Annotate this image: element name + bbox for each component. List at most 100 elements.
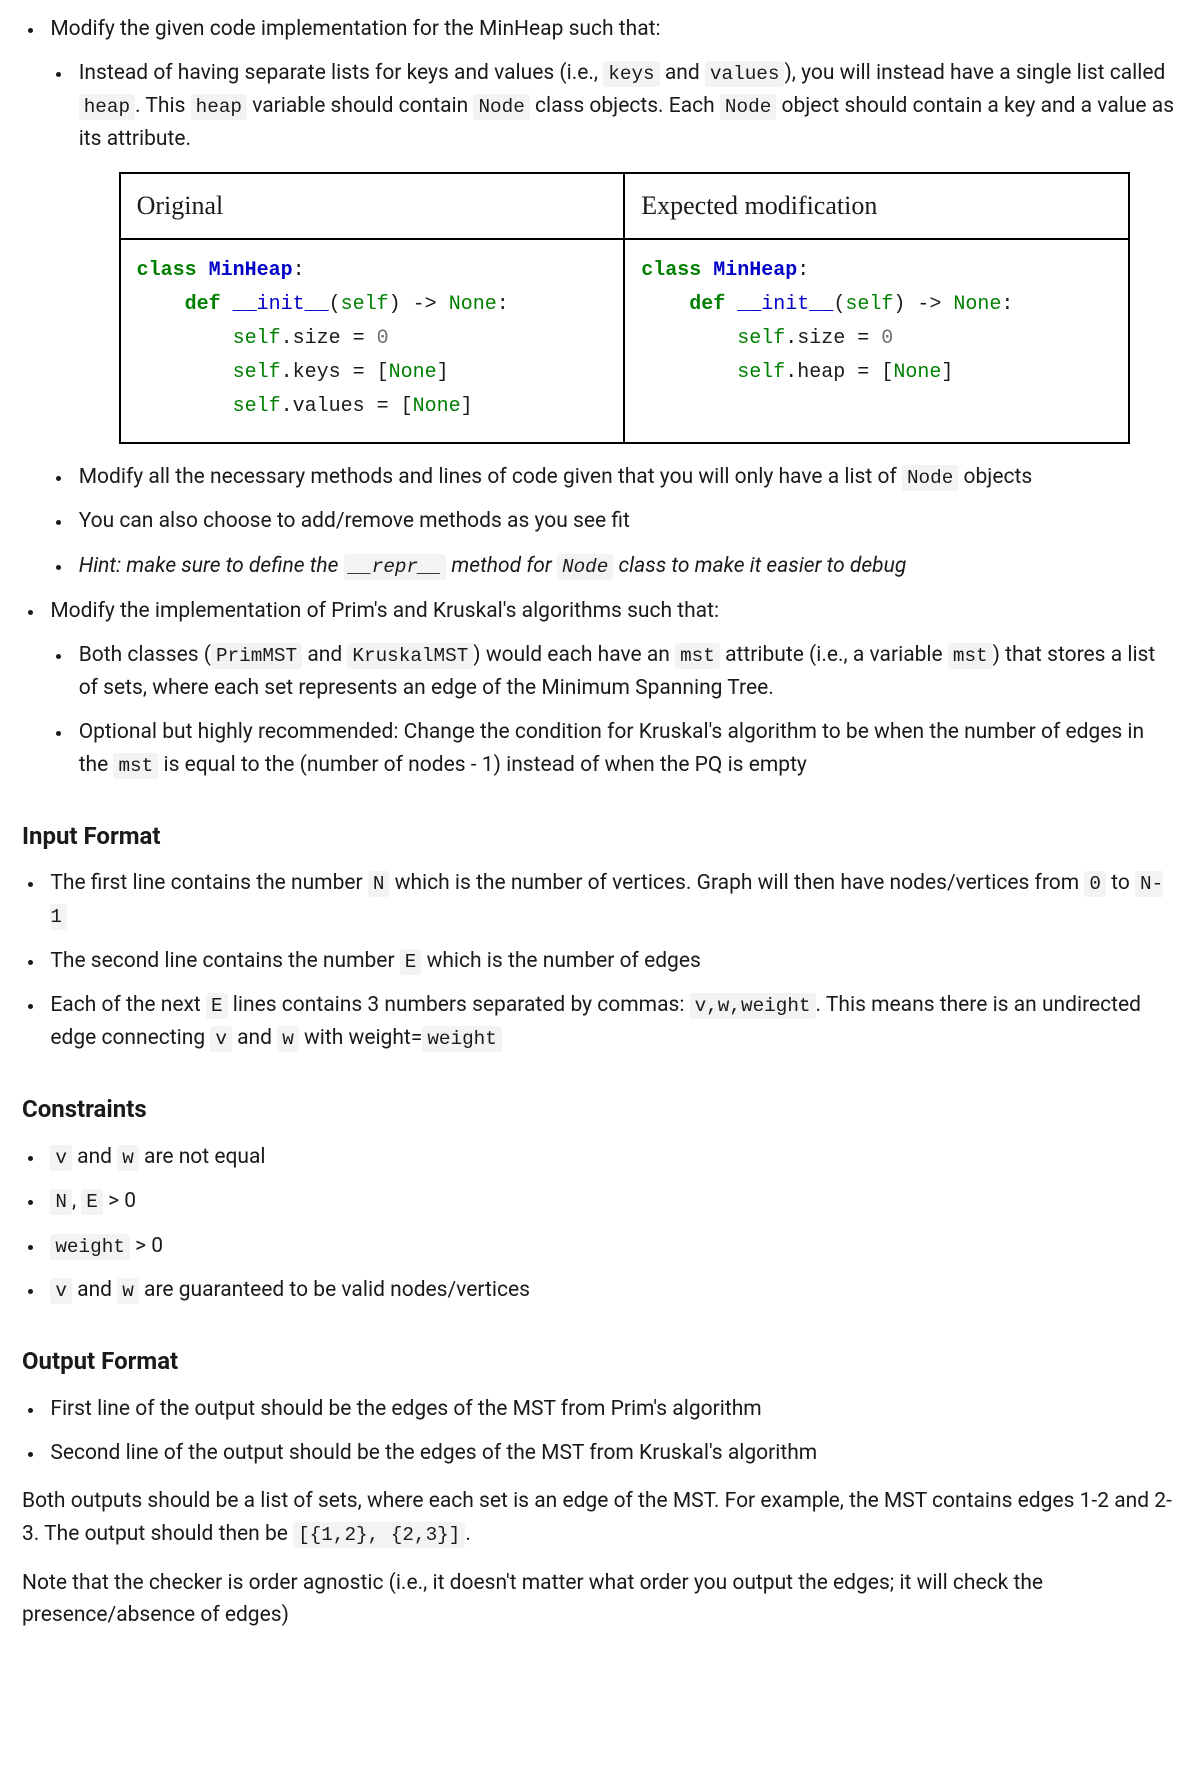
inline-code: mst — [948, 643, 993, 669]
list-item: Modify the implementation of Prim's and … — [45, 595, 1178, 782]
list-item: N, E > 0 — [45, 1185, 1178, 1218]
inline-code: Node — [473, 94, 529, 120]
inline-code: mst — [675, 643, 720, 669]
text: The second line contains the number — [50, 949, 399, 973]
inline-code: N — [50, 1189, 72, 1215]
inline-code: Node — [902, 465, 958, 491]
paragraph: Note that the checker is order agnostic … — [22, 1567, 1178, 1632]
text: and — [232, 1026, 277, 1050]
inline-code: E — [81, 1189, 103, 1215]
text: Modify the implementation of Prim's and … — [50, 599, 719, 623]
text: class to make it easier to debug — [613, 554, 906, 578]
text: Hint: make sure to define the — [79, 554, 344, 578]
inline-code: keys — [603, 61, 659, 87]
text: with weight= — [299, 1026, 423, 1050]
heading-input-format: Input Format — [22, 818, 1178, 855]
paragraph: Both outputs should be a list of sets, w… — [22, 1485, 1178, 1550]
text: Both outputs should be a list of sets, w… — [22, 1489, 1172, 1546]
inline-code: Node — [557, 554, 613, 580]
text: ), you will instead have a single list c… — [784, 61, 1165, 85]
inline-code: [{1,2}, {2,3}] — [293, 1522, 465, 1548]
inline-code: KruskalMST — [347, 643, 473, 669]
code-comparison-table: Original Expected modification class Min… — [119, 172, 1130, 444]
text: lines contains 3 numbers separated by co… — [228, 993, 690, 1017]
text: attribute (i.e., a variable — [720, 643, 948, 667]
text: . This — [135, 94, 191, 118]
inline-code: v — [50, 1278, 72, 1304]
inline-code: values — [705, 61, 785, 87]
text: The first line contains the number — [50, 871, 368, 895]
inline-code: weight — [422, 1026, 502, 1052]
list-item: Both classes (PrimMST and KruskalMST) wo… — [73, 639, 1178, 704]
text: class objects. Each — [530, 94, 720, 118]
code-cell-expected: class MinHeap: def __init__(self) -> Non… — [624, 239, 1129, 443]
inline-code: v — [210, 1026, 232, 1052]
text: You can also choose to add/remove method… — [79, 509, 630, 533]
inline-code: __repr__ — [344, 554, 447, 580]
inline-code: w — [277, 1026, 299, 1052]
nested-list: Both classes (PrimMST and KruskalMST) wo… — [50, 639, 1178, 781]
text: > 0 — [103, 1189, 136, 1213]
text: which is the number of edges — [421, 949, 700, 973]
inline-code: heap — [191, 94, 247, 120]
table-header-original: Original — [120, 173, 625, 239]
inline-code: E — [206, 993, 228, 1019]
inline-code: v,w,weight — [690, 993, 816, 1019]
text: method for — [446, 554, 557, 578]
text: ) would each have an — [473, 643, 675, 667]
list-item: Second line of the output should be the … — [45, 1437, 1178, 1470]
text: Modify all the necessary methods and lin… — [79, 465, 902, 489]
inline-code: PrimMST — [211, 643, 302, 669]
list-item: The second line contains the number E wh… — [45, 945, 1178, 978]
text: Instead of having separate lists for key… — [79, 61, 604, 85]
list-item: Each of the next E lines contains 3 numb… — [45, 989, 1178, 1055]
text: which is the number of vertices. Graph w… — [389, 871, 1084, 895]
heading-constraints: Constraints — [22, 1091, 1178, 1128]
code-cell-original: class MinHeap: def __init__(self) -> Non… — [120, 239, 625, 443]
top-level-list: Modify the given code implementation for… — [22, 13, 1178, 782]
list-item: Hint: make sure to define the __repr__ m… — [73, 550, 1178, 583]
inline-code: E — [400, 949, 422, 975]
text: to — [1106, 871, 1135, 895]
table-header-expected: Expected modification — [624, 173, 1129, 239]
inline-code: 0 — [1084, 871, 1106, 897]
text: are guaranteed to be valid nodes/vertice… — [139, 1278, 530, 1302]
inline-code: Node — [720, 94, 776, 120]
inline-code: heap — [79, 94, 135, 120]
list-item: You can also choose to add/remove method… — [73, 505, 1178, 538]
list-item: v and w are not equal — [45, 1141, 1178, 1174]
code-block: class MinHeap: def __init__(self) -> Non… — [137, 254, 608, 424]
list-item: Modify the given code implementation for… — [45, 13, 1178, 583]
list-item: Instead of having separate lists for key… — [73, 57, 1178, 444]
text: Each of the next — [50, 993, 206, 1017]
text: Both classes ( — [79, 643, 211, 667]
list-item: weight > 0 — [45, 1230, 1178, 1263]
list-item: The first line contains the number N whi… — [45, 867, 1178, 933]
list-item: v and w are guaranteed to be valid nodes… — [45, 1274, 1178, 1307]
inline-code: weight — [50, 1234, 130, 1260]
text: and — [302, 643, 347, 667]
list-item: Modify all the necessary methods and lin… — [73, 461, 1178, 494]
inline-code: N — [368, 871, 390, 897]
output-format-list: First line of the output should be the e… — [22, 1393, 1178, 1470]
heading-output-format: Output Format — [22, 1343, 1178, 1380]
text: and — [72, 1145, 117, 1169]
inline-code: w — [117, 1278, 139, 1304]
text: is equal to the (number of nodes - 1) in… — [158, 753, 807, 777]
inline-code: mst — [113, 753, 158, 779]
text: , — [72, 1189, 81, 1213]
nested-list: Instead of having separate lists for key… — [50, 57, 1178, 583]
list-item: Optional but highly recommended: Change … — [73, 716, 1178, 781]
text: > 0 — [130, 1234, 163, 1258]
text: objects — [958, 465, 1032, 489]
text: and — [660, 61, 705, 85]
inline-code: w — [117, 1145, 139, 1171]
text: variable should contain — [247, 94, 473, 118]
code-block: class MinHeap: def __init__(self) -> Non… — [641, 254, 1112, 390]
text: . — [465, 1522, 471, 1546]
text: Modify the given code implementation for… — [50, 17, 660, 41]
text: and — [72, 1278, 117, 1302]
text: are not equal — [139, 1145, 266, 1169]
inline-code: v — [50, 1145, 72, 1171]
input-format-list: The first line contains the number N whi… — [22, 867, 1178, 1055]
